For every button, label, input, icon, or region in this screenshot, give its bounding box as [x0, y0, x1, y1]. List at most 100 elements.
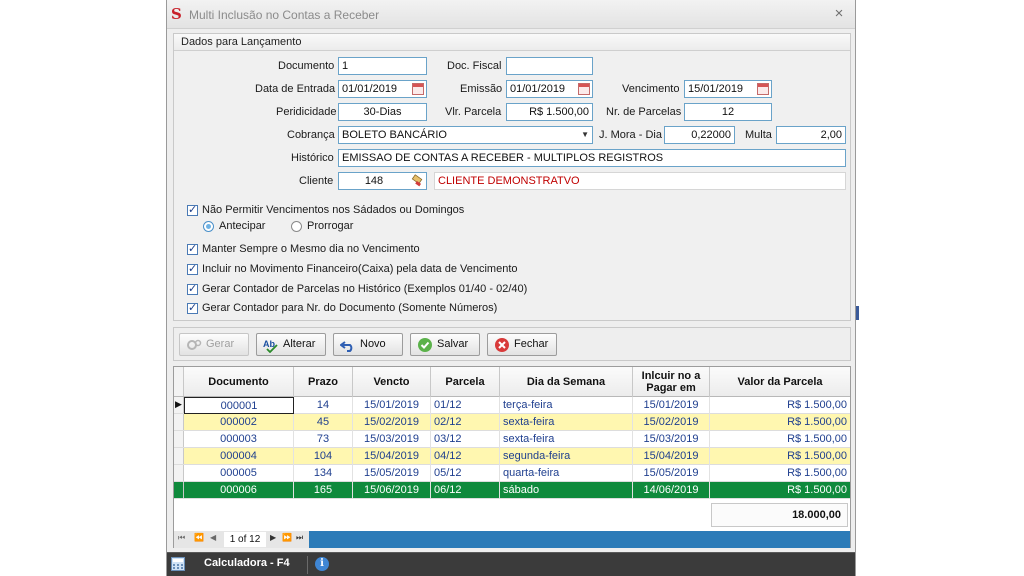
cell-parcela[interactable]: 06/12 — [431, 482, 500, 499]
cell-prazo[interactable]: 104 — [294, 448, 353, 465]
antecipar-radio[interactable] — [203, 221, 214, 232]
cell-dia-semana[interactable]: segunda-feira — [500, 448, 633, 465]
col-valor-parcela[interactable]: Valor da Parcela — [710, 367, 850, 397]
cell-documento[interactable]: 000002 — [184, 414, 294, 431]
prev-page-fast-icon[interactable]: ⏪ — [194, 533, 204, 542]
cell-incluir-pagar[interactable]: 15/05/2019 — [633, 465, 710, 482]
fechar-button[interactable]: Fechar — [487, 333, 557, 356]
cell-prazo[interactable]: 14 — [294, 397, 353, 414]
vencimento-input[interactable]: 15/01/2019 — [684, 80, 772, 98]
col-documento[interactable]: Documento — [184, 367, 294, 397]
historico-input[interactable]: EMISSAO DE CONTAS A RECEBER - MULTIPLOS … — [338, 149, 846, 167]
last-page-icon[interactable]: ⏭ — [296, 533, 303, 543]
cell-vencto[interactable]: 15/04/2019 — [353, 448, 431, 465]
nao-permitir-checkbox[interactable] — [187, 203, 198, 216]
eraser-icon[interactable] — [410, 174, 424, 188]
calculator-icon[interactable] — [171, 557, 185, 571]
table-row-selected[interactable]: 000006 165 15/06/2019 06/12 sábado 14/06… — [174, 482, 850, 499]
next-page-icon[interactable]: ▶ — [270, 533, 276, 542]
cell-parcela[interactable]: 02/12 — [431, 414, 500, 431]
gerar-doc-checkbox[interactable] — [187, 301, 198, 314]
table-row[interactable]: 000004 104 15/04/2019 04/12 segunda-feir… — [174, 448, 850, 465]
cell-parcela[interactable]: 05/12 — [431, 465, 500, 482]
documento-input[interactable]: 1 — [338, 57, 427, 75]
cell-incluir-pagar[interactable]: 15/02/2019 — [633, 414, 710, 431]
cell-valor-parcela[interactable]: R$ 1.500,00 — [710, 414, 850, 431]
calendar-icon[interactable] — [412, 83, 424, 95]
cell-vencto[interactable]: 15/06/2019 — [353, 482, 431, 499]
cell-documento[interactable]: 000004 — [184, 448, 294, 465]
cell-incluir-pagar[interactable]: 15/01/2019 — [633, 397, 710, 414]
calendar-icon[interactable] — [578, 83, 590, 95]
doc-fiscal-input[interactable] — [506, 57, 593, 75]
table-row[interactable]: 000002 45 15/02/2019 02/12 sexta-feira 1… — [174, 414, 850, 431]
nr-parcelas-label: Nr. de Parcelas — [606, 106, 682, 118]
periodicidade-input[interactable]: 30-Dias — [338, 103, 427, 121]
alterar-button[interactable]: Ab Alterar — [256, 333, 326, 356]
cell-vencto[interactable]: 15/02/2019 — [353, 414, 431, 431]
cell-valor-parcela[interactable]: R$ 1.500,00 — [710, 448, 850, 465]
calendar-icon[interactable] — [757, 83, 769, 95]
next-page-fast-icon[interactable]: ⏩ — [282, 533, 292, 542]
cell-valor-parcela[interactable]: R$ 1.500,00 — [710, 465, 850, 482]
incluir-mov-checkbox[interactable] — [187, 262, 198, 275]
cobranca-select[interactable]: BOLETO BANCÁRIO ▼ — [338, 126, 593, 144]
table-row[interactable]: 000005 134 15/05/2019 05/12 quarta-feira… — [174, 465, 850, 482]
table-row[interactable]: 000003 73 15/03/2019 03/12 sexta-feira 1… — [174, 431, 850, 448]
cell-prazo[interactable]: 134 — [294, 465, 353, 482]
close-icon[interactable]: × — [831, 5, 847, 23]
cell-vencto[interactable]: 15/05/2019 — [353, 465, 431, 482]
cell-parcela[interactable]: 03/12 — [431, 431, 500, 448]
chevron-down-icon[interactable]: ▼ — [581, 127, 589, 143]
prorrogar-radio[interactable] — [291, 221, 302, 232]
cell-incluir-pagar[interactable]: 15/04/2019 — [633, 448, 710, 465]
cell-incluir-pagar[interactable]: 15/03/2019 — [633, 431, 710, 448]
col-parcela[interactable]: Parcela — [431, 367, 500, 397]
data-entrada-label: Data de Entrada — [255, 83, 336, 95]
nr-parcelas-input[interactable]: 12 — [684, 103, 772, 121]
multa-input[interactable]: 2,00 — [776, 126, 846, 144]
emissao-input[interactable]: 01/01/2019 — [506, 80, 593, 98]
cell-dia-semana[interactable]: quarta-feira — [500, 465, 633, 482]
cell-prazo[interactable]: 73 — [294, 431, 353, 448]
prev-page-icon[interactable]: ◀ — [210, 533, 216, 542]
cell-documento[interactable]: 000001 — [184, 397, 294, 414]
nao-permitir-label: Não Permitir Vencimentos nos Sádados ou … — [202, 204, 465, 216]
gerar-label: Gerar — [206, 338, 235, 350]
cell-valor-parcela[interactable]: R$ 1.500,00 — [710, 431, 850, 448]
cell-prazo[interactable]: 45 — [294, 414, 353, 431]
manter-dia-checkbox[interactable] — [187, 242, 198, 255]
data-entrada-input[interactable]: 01/01/2019 — [338, 80, 427, 98]
col-incluir-pagar[interactable]: Inlcuir no a Pagar em — [633, 367, 710, 397]
vlr-parcela-input[interactable]: R$ 1.500,00 — [506, 103, 593, 121]
gerar-hist-checkbox[interactable] — [187, 282, 198, 295]
cell-documento[interactable]: 000003 — [184, 431, 294, 448]
cell-documento[interactable]: 000005 — [184, 465, 294, 482]
info-icon[interactable]: i — [315, 557, 329, 571]
first-page-icon[interactable]: ⏮ — [178, 533, 185, 543]
table-row[interactable]: ▶ 000001 14 15/01/2019 01/12 terça-feira… — [174, 397, 850, 414]
row-indicator — [174, 431, 184, 447]
col-dia-semana[interactable]: Dia da Semana — [500, 367, 633, 397]
cell-vencto[interactable]: 15/03/2019 — [353, 431, 431, 448]
cell-vencto[interactable]: 15/01/2019 — [353, 397, 431, 414]
cell-dia-semana[interactable]: sexta-feira — [500, 431, 633, 448]
cell-valor-parcela[interactable]: R$ 1.500,00 — [710, 482, 850, 499]
cell-incluir-pagar[interactable]: 14/06/2019 — [633, 482, 710, 499]
calculator-shortcut[interactable]: Calculadora - F4 — [204, 557, 290, 569]
cell-documento[interactable]: 000006 — [184, 482, 294, 499]
cell-valor-parcela[interactable]: R$ 1.500,00 — [710, 397, 850, 414]
cell-parcela[interactable]: 04/12 — [431, 448, 500, 465]
j-mora-input[interactable]: 0,22000 — [664, 126, 735, 144]
gerar-button[interactable]: Gerar — [179, 333, 249, 356]
col-vencto[interactable]: Vencto — [353, 367, 431, 397]
cell-prazo[interactable]: 165 — [294, 482, 353, 499]
cell-dia-semana[interactable]: terça-feira — [500, 397, 633, 414]
cliente-code-input[interactable]: 148 — [338, 172, 427, 190]
salvar-button[interactable]: Salvar — [410, 333, 480, 356]
cell-dia-semana[interactable]: sábado — [500, 482, 633, 499]
novo-button[interactable]: Novo — [333, 333, 403, 356]
col-prazo[interactable]: Prazo — [294, 367, 353, 397]
cell-parcela[interactable]: 01/12 — [431, 397, 500, 414]
cell-dia-semana[interactable]: sexta-feira — [500, 414, 633, 431]
